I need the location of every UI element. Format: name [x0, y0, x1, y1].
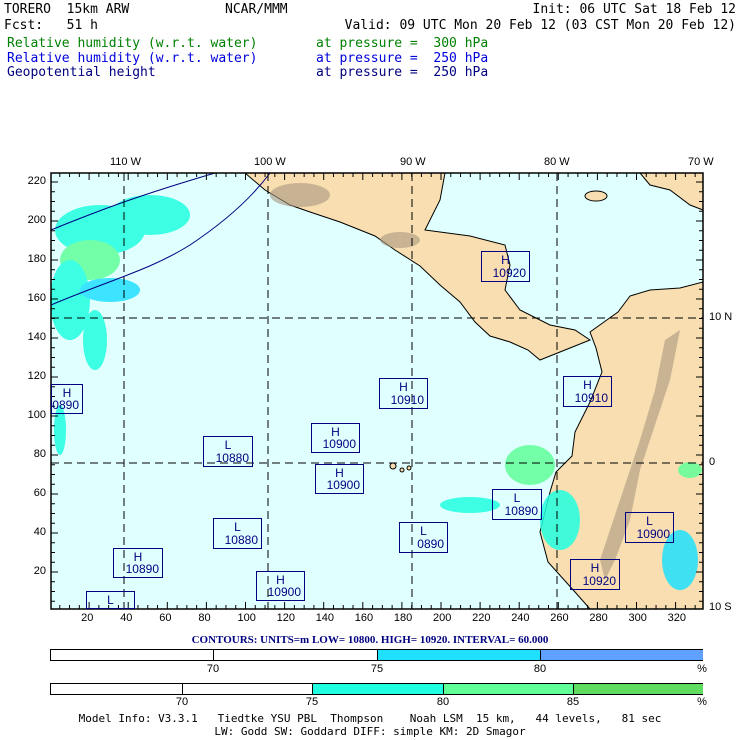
pressure-center-value: 10880	[224, 533, 258, 547]
pressure-center-value: 10900	[326, 478, 360, 492]
colorbar-segment	[51, 650, 214, 660]
colorbar-label: 70	[206, 663, 220, 675]
pressure-center-box: L 0890	[399, 522, 448, 553]
pressure-center-box: H 10900	[311, 423, 360, 453]
pressure-center-box: H 10900	[256, 571, 305, 601]
pressure-center-value: 10900	[267, 585, 301, 599]
colorbar-segment	[183, 684, 313, 694]
pressure-center-value: 10920	[582, 574, 616, 588]
colorbar-segment	[313, 684, 444, 694]
pressure-center-value: 10920	[492, 266, 526, 280]
pressure-center-value: 10910	[574, 391, 608, 405]
colorbar-rh-300	[50, 683, 703, 695]
colorbar-label: 75	[370, 663, 384, 675]
pressure-center-value: 0890	[52, 398, 79, 412]
galapagos-island	[399, 467, 405, 473]
pressure-center-box: L 10880	[203, 436, 253, 467]
galapagos-island	[389, 462, 397, 470]
colorbar-rh-250	[50, 649, 703, 661]
colorbar-segment	[214, 650, 378, 660]
colorbar-label: 85	[566, 696, 580, 708]
pressure-center-box: L 10880	[213, 518, 262, 549]
pressure-center-box: H 10900	[315, 464, 364, 494]
pressure-center-box: H 10890	[113, 548, 163, 578]
pressure-center-box: H 10910	[379, 378, 428, 409]
pressure-center-box: H 10910	[563, 376, 612, 407]
colorbar-segment	[378, 650, 541, 660]
contour-info: CONTOURS: UNITS=m LOW= 10800. HIGH= 1092…	[191, 634, 549, 646]
pressure-center-value: 10900	[636, 527, 670, 541]
colorbar-label: 80	[436, 696, 450, 708]
colorbar-segment	[51, 684, 183, 694]
pressure-center-box: L 10900	[625, 512, 674, 543]
colorbar-unit: %	[697, 696, 707, 708]
pressure-center-box: H 0890	[51, 384, 83, 414]
galapagos-island	[406, 465, 412, 471]
pressure-center-value: 10910	[390, 393, 424, 407]
colorbar-segment	[574, 684, 703, 694]
jamaica-land	[584, 190, 608, 202]
pressure-center-box: L	[86, 591, 135, 609]
pressure-center-type: L	[107, 593, 114, 607]
pressure-center-value: 10900	[322, 437, 356, 451]
weather-map-page: TORERO 15km ARW NCAR/MMM Init: 06 UTC Sa…	[0, 0, 740, 740]
colorbar-label: 80	[533, 663, 547, 675]
pressure-center-value: 0890	[417, 537, 444, 551]
model-info-line-2: LW: Godd SW: Goddard DIFF: simple KM: 2D…	[214, 725, 526, 738]
pressure-center-value: 10880	[215, 451, 249, 465]
pressure-center-box: H 10920	[570, 559, 620, 590]
pressure-center-value: 10890	[504, 504, 538, 518]
colorbar-segment	[444, 684, 574, 694]
colorbar-label: 75	[305, 696, 319, 708]
colorbar-unit: %	[697, 663, 707, 675]
model-info-line-1: Model Info: V3.3.1 Tiedtke YSU PBL Thomp…	[78, 712, 662, 725]
pressure-center-value: 10890	[125, 562, 159, 576]
pressure-center-box: L 10890	[492, 489, 542, 520]
colorbar-segment	[541, 650, 703, 660]
pressure-center-box: H 10920	[481, 251, 530, 282]
map-canvas	[50, 172, 704, 610]
colorbar-label: 70	[175, 696, 189, 708]
